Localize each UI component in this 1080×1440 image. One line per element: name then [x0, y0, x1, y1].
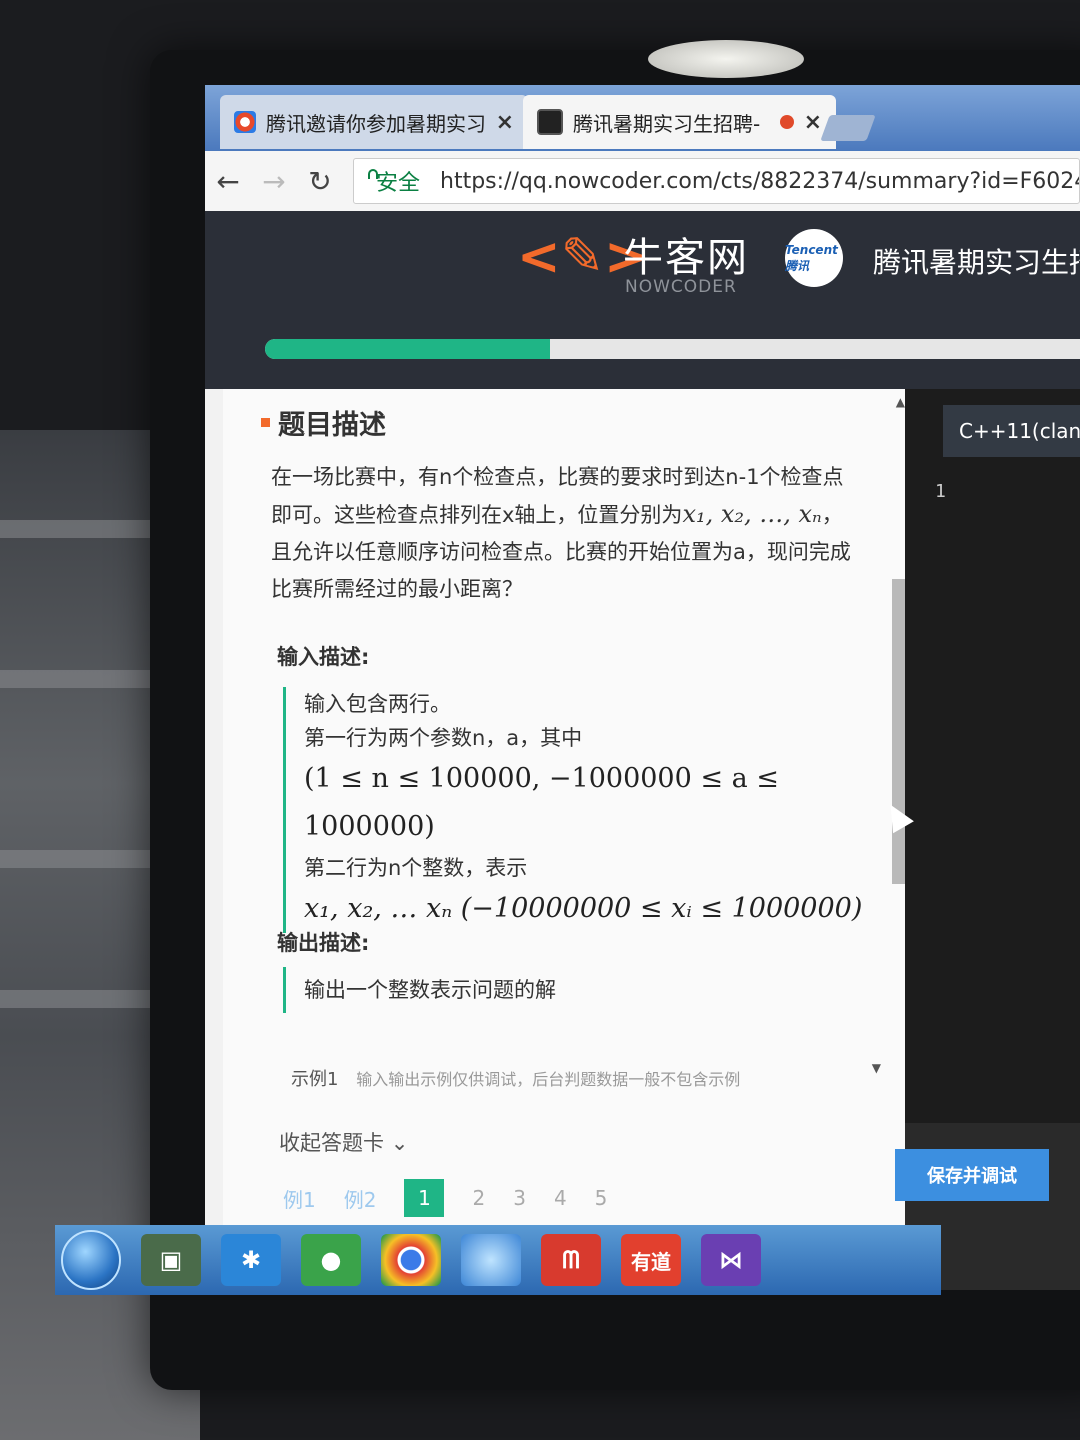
output-heading: 输出描述:: [277, 931, 370, 955]
problem-description: 在一场比赛中，有n个检查点，比赛的要求时到达n-1个检查点即可。这些检查点排列在…: [271, 459, 851, 608]
problem-heading: 题目描述: [261, 403, 386, 442]
example-hint: 输入输出示例仅供调试，后台判题数据一般不包含示例: [356, 1070, 741, 1089]
star-app-icon[interactable]: ✱: [221, 1234, 281, 1286]
question-1-button[interactable]: 1: [404, 1179, 445, 1217]
input-description: 输入包含两行。 第一行为两个参数n，a，其中 (1 ≤ n ≤ 100000, …: [283, 687, 864, 933]
windows-taskbar: ▣ ✱ ● ᗰ 有道 ⋈: [55, 1225, 941, 1295]
back-arrow-icon[interactable]: ←: [205, 165, 251, 198]
browser-toolbar: ← → ↻ 安全 https://qq.nowcoder.com/cts/882…: [205, 151, 1080, 212]
progress-fill: [265, 339, 551, 359]
forward-arrow-icon[interactable]: →: [251, 165, 297, 198]
tencent-logo: Tencent 腾讯: [785, 229, 843, 287]
example-tab[interactable]: 例2: [344, 1184, 377, 1213]
qq-favicon-icon: [234, 111, 256, 133]
nowcoder-favicon-icon: [537, 109, 563, 135]
tab-title: 腾讯暑期实习生招聘-: [573, 111, 761, 136]
exam-progress-bar: [265, 339, 1080, 359]
security-label: 安全: [376, 171, 421, 196]
input-line: 第二行为n个整数，表示: [304, 856, 528, 880]
question-3-button[interactable]: 3: [513, 1186, 526, 1210]
new-tab-button[interactable]: [820, 115, 876, 141]
monitor-app-icon[interactable]: ▣: [141, 1234, 201, 1286]
example-row: 示例1 输入输出示例仅供调试，后台判题数据一般不包含示例: [291, 1065, 740, 1091]
browser-tab-bar: 腾讯邀请你参加暑期实习 × 腾讯暑期实习生招聘- ×: [205, 85, 1080, 151]
question-5-button[interactable]: 5: [595, 1186, 608, 1210]
input-formula: (1 ≤ n ≤ 100000, −1000000 ≤ a ≤ 1000000): [304, 763, 779, 842]
question-2-button[interactable]: 2: [472, 1186, 485, 1210]
site-header: <✎> 牛客网 NOWCODER Tencent 腾讯 腾讯暑期实习生招聘: [205, 211, 1080, 309]
problem-heading-text: 题目描述: [278, 410, 386, 441]
problem-panel: ▲ 题目描述 在一场比赛中，有n个检查点，比赛的要求时到达n-1个检查点即可。这…: [223, 389, 915, 1290]
wechat-icon[interactable]: ●: [301, 1234, 361, 1286]
question-4-button[interactable]: 4: [554, 1186, 567, 1210]
save-and-debug-button[interactable]: 保存并调试: [895, 1149, 1049, 1201]
url-text[interactable]: https://qq.nowcoder.com/cts/8822374/summ…: [440, 169, 1079, 194]
logo-subtext: NOWCODER: [625, 277, 737, 297]
description-math: x₁, x₂, …, xₙ: [682, 500, 822, 528]
input-line: 输入包含两行。: [304, 692, 451, 716]
close-icon[interactable]: ×: [804, 110, 822, 135]
ceiling-light-glare: [648, 40, 804, 78]
browser-tab-recruitment[interactable]: 腾讯暑期实习生招聘- ×: [523, 95, 836, 149]
input-formula: x₁, x₂, … xₙ (−10000000 ≤ xᵢ ≤ 1000000): [304, 893, 863, 924]
output-line: 输出一个整数表示问题的解: [304, 978, 556, 1002]
visual-studio-icon[interactable]: ⋈: [701, 1234, 761, 1286]
reload-icon[interactable]: ↻: [297, 165, 343, 198]
scroll-up-arrow-icon[interactable]: ▲: [896, 395, 905, 409]
input-line: 第一行为两个参数n，a，其中: [304, 726, 583, 750]
collapse-label: 收起答题卡: [279, 1131, 384, 1155]
chrome-icon[interactable]: [381, 1234, 441, 1286]
example-tab[interactable]: 例1: [283, 1184, 316, 1213]
address-bar[interactable]: 安全 https://qq.nowcoder.com/cts/8822374/s…: [353, 158, 1080, 204]
example-label: 示例1: [291, 1069, 339, 1090]
scroll-down-arrow-icon[interactable]: ▼: [872, 1061, 881, 1075]
chevron-down-icon: ⌄: [390, 1131, 409, 1155]
answer-card-pager: 例1 例2 1 2 3 4 5: [283, 1179, 607, 1217]
logo-text: 牛客网: [623, 235, 749, 281]
progress-section: [205, 309, 1080, 389]
recording-dot-icon: [779, 115, 794, 129]
browser-tab-invite[interactable]: 腾讯邀请你参加暑期实习 ×: [220, 95, 528, 149]
output-description: 输出一个整数表示问题的解: [283, 967, 804, 1013]
page-title: 腾讯暑期实习生招聘: [873, 246, 1080, 279]
line-number: 1: [935, 481, 946, 502]
globe-icon[interactable]: [461, 1234, 521, 1286]
heading-marker: [261, 418, 270, 427]
windows-start-icon[interactable]: [61, 1230, 121, 1290]
nowcoder-logo-icon[interactable]: <✎>: [517, 221, 648, 293]
tab-title: 腾讯邀请你参加暑期实习: [266, 111, 486, 136]
collapse-answer-card-button[interactable]: 收起答题卡 ⌄: [279, 1127, 408, 1157]
app-m-icon[interactable]: ᗰ: [541, 1234, 601, 1286]
language-select[interactable]: C++11(clang++: [943, 405, 1080, 457]
monitor-screen: 腾讯邀请你参加暑期实习 × 腾讯暑期实习生招聘- × ← → ↻ 安全 http…: [205, 85, 1080, 1290]
input-heading: 输入描述:: [277, 645, 370, 669]
youdao-icon[interactable]: 有道: [621, 1234, 681, 1286]
code-editor-panel: C++11(clang++ 1 保存并调试: [895, 389, 1080, 1290]
close-icon[interactable]: ×: [496, 110, 514, 135]
